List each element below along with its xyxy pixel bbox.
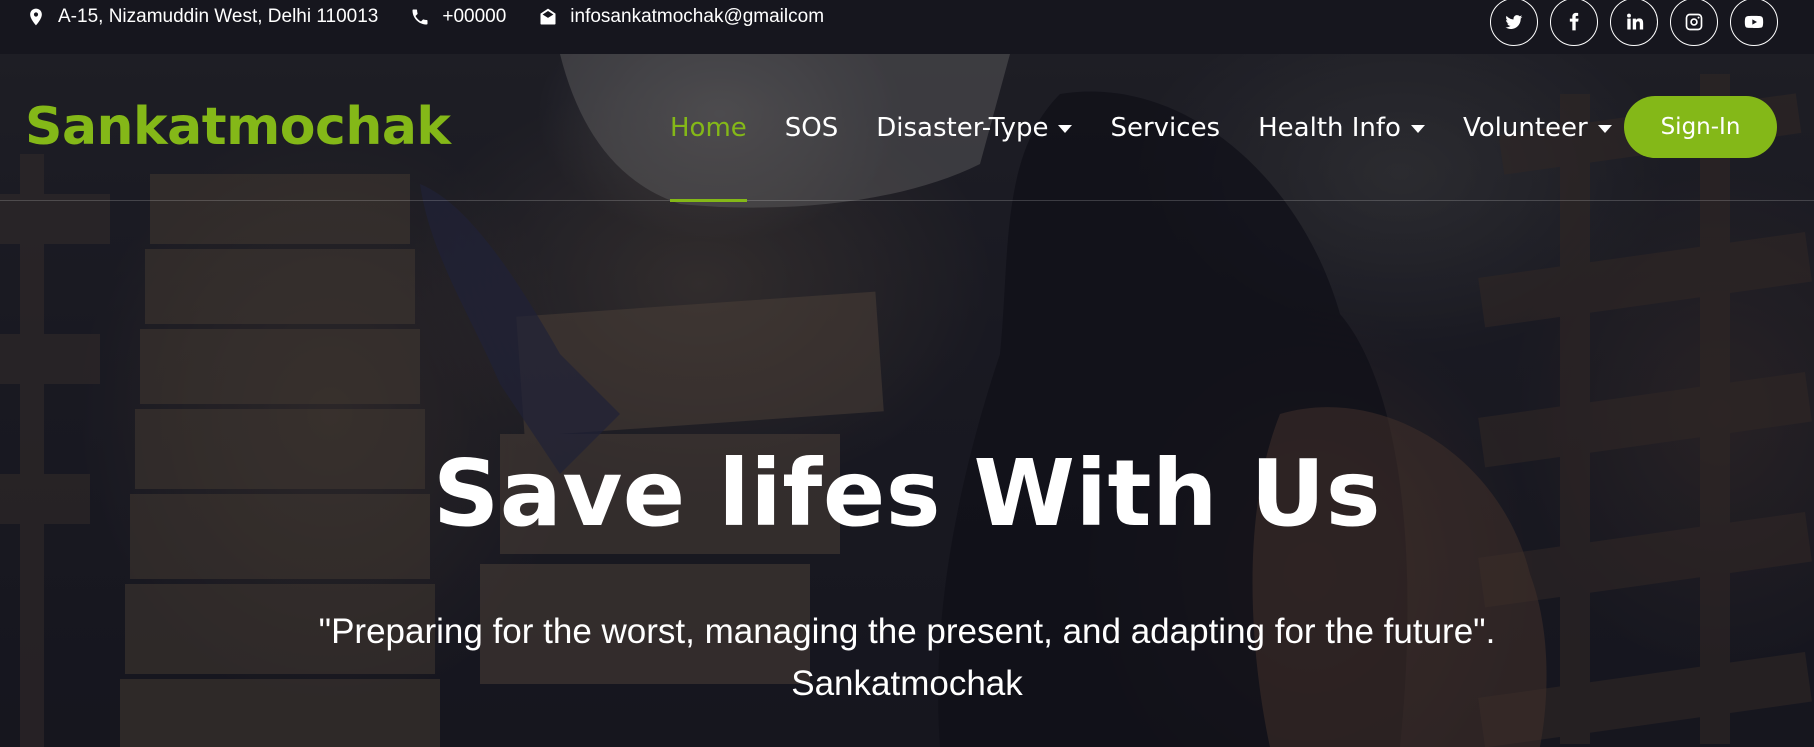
nav-item-label: Services (1110, 112, 1221, 143)
sign-in-button[interactable]: Sign-In (1624, 96, 1777, 158)
address-text: A-15, Nizamuddin West, Delhi 110013 (58, 6, 379, 27)
address-item: A-15, Nizamuddin West, Delhi 110013 (26, 6, 378, 28)
facebook-link[interactable] (1550, 0, 1598, 46)
email-item[interactable]: infosankatmochak@gmailcom (538, 6, 824, 28)
nav-item-label: Home (670, 112, 747, 143)
nav-item-volunteer[interactable]: Volunteer (1463, 54, 1612, 201)
caret-down-icon (1058, 124, 1073, 133)
youtube-link[interactable] (1730, 0, 1778, 46)
brand-logo[interactable]: Sankatmochak (25, 97, 451, 157)
top-info-bar: A-15, Nizamuddin West, Delhi 110013 +000… (0, 0, 1814, 54)
phone-icon (410, 7, 430, 27)
location-pin-icon (26, 7, 46, 27)
youtube-icon (1744, 12, 1764, 32)
caret-down-icon (1597, 124, 1612, 133)
nav-item-disaster-type[interactable]: Disaster-Type (876, 54, 1073, 201)
hero-quote: "Preparing for the worst, managing the p… (318, 612, 1496, 651)
nav-menu: Home SOS Disaster-Type Services Health I… (670, 54, 1612, 202)
linkedin-link[interactable] (1610, 0, 1658, 46)
nav-item-label: Health Info (1258, 112, 1401, 143)
instagram-icon (1684, 12, 1704, 32)
facebook-icon (1564, 12, 1584, 32)
nav-item-sos[interactable]: SOS (785, 54, 838, 201)
email-text: infosankatmochak@gmailcom (570, 6, 825, 27)
nav-item-label: Disaster-Type (876, 112, 1049, 143)
phone-item[interactable]: +00000 (410, 6, 506, 28)
social-links (1490, 0, 1778, 46)
contact-info: A-15, Nizamuddin West, Delhi 110013 +000… (26, 0, 824, 34)
envelope-open-icon (538, 7, 558, 27)
hero-attribution: Sankatmochak (791, 664, 1023, 703)
caret-down-icon (1410, 124, 1425, 133)
twitter-icon (1504, 12, 1524, 32)
linkedin-icon (1624, 12, 1644, 32)
main-navbar: Sankatmochak Home SOS Disaster-Type Serv… (0, 54, 1814, 202)
nav-item-label: SOS (784, 112, 839, 143)
nav-item-label: Volunteer (1462, 112, 1588, 143)
hero-headline: Save lifes With Us (432, 440, 1381, 547)
nav-item-services[interactable]: Services (1110, 54, 1220, 201)
nav-item-home[interactable]: Home (670, 54, 747, 202)
instagram-link[interactable] (1670, 0, 1718, 46)
phone-text: +00000 (442, 6, 507, 27)
twitter-link[interactable] (1490, 0, 1538, 46)
nav-item-health-info[interactable]: Health Info (1258, 54, 1425, 201)
